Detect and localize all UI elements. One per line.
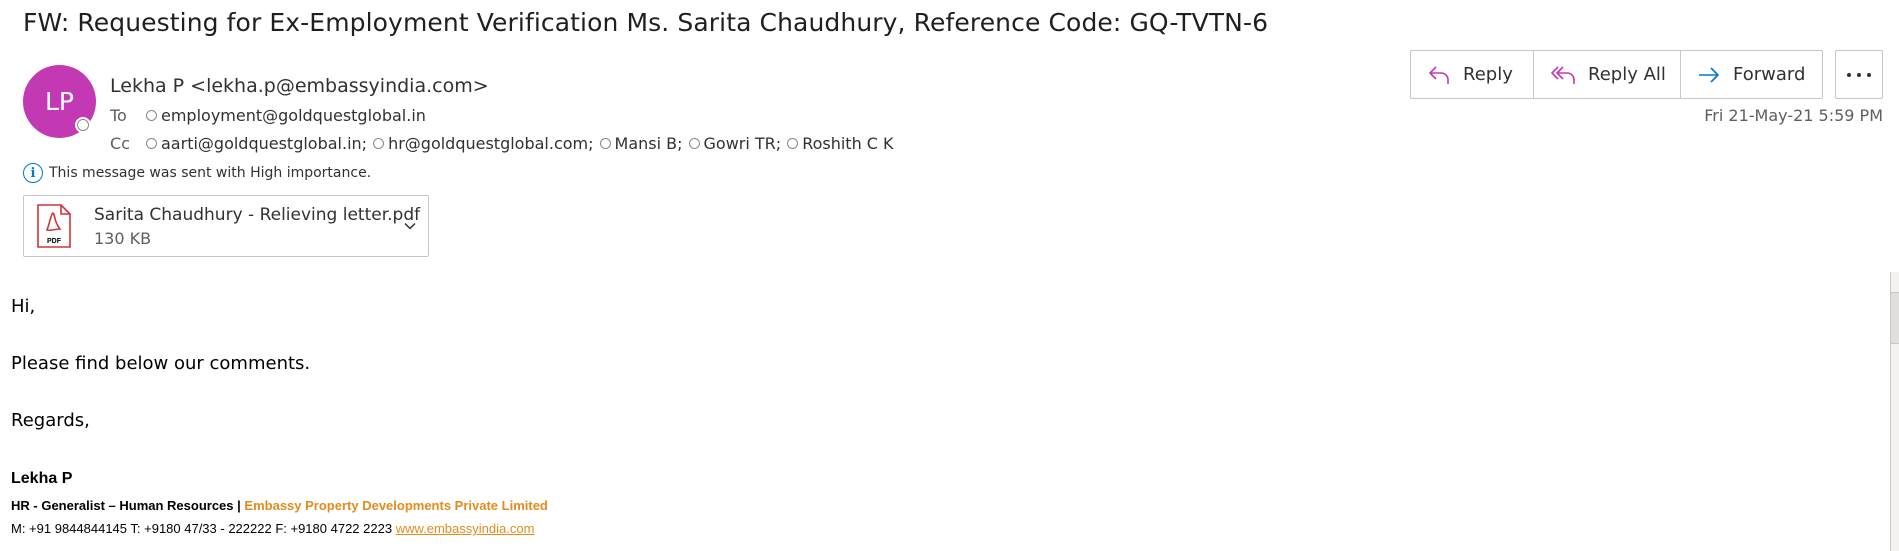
- to-label: To: [110, 106, 127, 125]
- presence-status-icon: [75, 117, 91, 133]
- more-dot: [1867, 72, 1871, 77]
- reply-label: Reply: [1463, 64, 1513, 85]
- sent-date: Fri 21-May-21 5:59 PM: [1704, 106, 1883, 125]
- body-closing: Regards,: [11, 410, 90, 431]
- forward-button[interactable]: Forward: [1680, 51, 1822, 98]
- forward-arrow-icon: [1699, 66, 1719, 83]
- reply-icon: [1429, 65, 1449, 84]
- more-dot: [1857, 72, 1861, 77]
- recipient-name: employment@goldquestglobal.in: [161, 106, 426, 125]
- body-greeting: Hi,: [11, 296, 36, 317]
- signature-separator: |: [237, 498, 241, 513]
- scrollbar-thumb[interactable]: [1891, 292, 1899, 344]
- signature-title: HR - Generalist – Human Resources: [11, 498, 234, 513]
- recipient[interactable]: Roshith C K: [787, 134, 894, 153]
- info-icon: i: [23, 163, 43, 183]
- cc-recipients: aarti@goldquestglobal.in; hr@goldquestgl…: [146, 134, 900, 153]
- presence-circle-icon: [688, 138, 700, 149]
- recipient-name: aarti@goldquestglobal.in;: [161, 134, 368, 153]
- signature-name: Lekha P: [11, 470, 73, 487]
- recipient-name: Mansi B;: [614, 134, 683, 153]
- scrollbar[interactable]: [1890, 272, 1899, 551]
- recipient[interactable]: aarti@goldquestglobal.in;: [146, 134, 367, 153]
- forward-label: Forward: [1733, 64, 1806, 85]
- importance-banner: i This message was sent with High import…: [23, 163, 371, 183]
- presence-circle-icon: [787, 138, 799, 149]
- to-recipients: employment@goldquestglobal.in: [146, 106, 432, 125]
- presence-circle-icon: [146, 138, 157, 149]
- presence-circle-icon: [373, 138, 385, 149]
- recipient-name: hr@goldquestglobal.com;: [388, 134, 594, 153]
- more-actions-button[interactable]: [1835, 50, 1883, 99]
- body-line: Please find below our comments.: [11, 353, 311, 374]
- pdf-file-icon: PDF: [37, 204, 71, 248]
- signature-title-line: HR - Generalist – Human Resources | Emba…: [11, 498, 548, 513]
- pdf-label: PDF: [47, 238, 62, 245]
- recipient[interactable]: Gowri TR;: [688, 134, 782, 153]
- attachment-size: 130 KB: [94, 229, 152, 248]
- signature-contact: M: +91 9844844145 T: +9180 47/33 - 22222…: [11, 521, 393, 536]
- recipient-name: Roshith C K: [802, 134, 894, 153]
- email-subject: FW: Requesting for Ex-Employment Verific…: [23, 8, 1269, 37]
- recipient-name: Gowri TR;: [703, 134, 782, 153]
- avatar-initials: LP: [44, 87, 74, 116]
- recipient[interactable]: Mansi B;: [599, 134, 683, 153]
- signature-company: Embassy Property Developments Private Li…: [244, 498, 548, 513]
- importance-text: This message was sent with High importan…: [49, 165, 372, 181]
- presence-circle-icon: [146, 110, 157, 121]
- reply-all-icon: [1551, 65, 1575, 84]
- more-dot: [1847, 72, 1851, 77]
- recipient[interactable]: hr@goldquestglobal.com;: [373, 134, 594, 153]
- presence-circle-icon: [599, 138, 611, 149]
- reply-button[interactable]: Reply: [1411, 51, 1533, 98]
- recipient[interactable]: employment@goldquestglobal.in: [146, 106, 426, 125]
- reply-all-button[interactable]: Reply All: [1533, 51, 1680, 98]
- attachment-card[interactable]: PDF Sarita Chaudhury - Relieving letter.…: [23, 195, 429, 257]
- message-actions: Reply Reply All Forward: [1410, 50, 1823, 99]
- chevron-down-icon[interactable]: [402, 218, 418, 234]
- signature-website-link[interactable]: www.embassyindia.com: [396, 521, 535, 536]
- reply-all-label: Reply All: [1588, 64, 1666, 85]
- attachment-name: Sarita Chaudhury - Relieving letter.pdf: [94, 205, 421, 225]
- sender-name[interactable]: Lekha P <lekha.p@embassyindia.com>: [110, 75, 489, 97]
- cc-label: Cc: [110, 134, 130, 153]
- signature-contact-line: M: +91 9844844145 T: +9180 47/33 - 22222…: [11, 521, 534, 536]
